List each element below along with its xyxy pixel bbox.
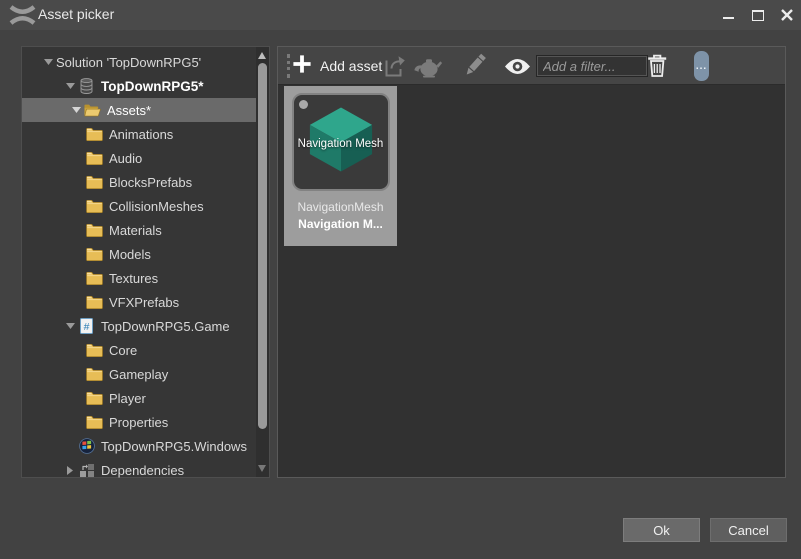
expand-arrow-icon[interactable] [62,323,78,329]
tree-item-vfxprefabs[interactable]: VFXPrefabs [22,290,256,314]
tree-item-gameplay[interactable]: Gameplay [22,362,256,386]
csharp-project-icon: # [78,318,95,334]
folder-icon [86,415,103,429]
tree-item-label: Player [109,391,152,406]
eye-icon[interactable] [504,58,531,75]
tree-item-materials[interactable]: Materials [22,218,256,242]
folder-open-icon [84,103,101,117]
edit-icon[interactable] [462,52,489,79]
expand-arrow-icon[interactable] [62,83,78,89]
folder-icon [86,295,103,309]
scrollbar-thumb[interactable] [258,63,267,429]
add-asset-button[interactable]: Add asset [292,47,382,85]
tree-item-assets[interactable]: Assets* [22,98,256,122]
toolbar-grip-icon[interactable] [287,54,290,78]
tree-item-label: TopDownRPG5.Game [101,319,236,334]
tree-item-label: TopDownRPG5* [101,79,210,94]
tree-item-label: Core [109,343,143,358]
tree-item-core[interactable]: Core [22,338,256,362]
tree-item-topdownrpg5-game[interactable]: # TopDownRPG5.Game [22,314,256,338]
asset-type-label: Navigation M... [284,217,397,231]
tree-item-properties[interactable]: Properties [22,410,256,434]
tree-item-player[interactable]: Player [22,386,256,410]
scroll-down-icon[interactable] [258,465,266,472]
delete-icon[interactable] [647,54,667,78]
tree-item-label: Animations [109,127,179,142]
ok-button[interactable]: Ok [623,518,700,542]
stride-logo-icon [9,5,36,30]
import-asset-icon[interactable] [384,55,408,78]
tree-item-blocksprefabs[interactable]: BlocksPrefabs [22,170,256,194]
solution-tree-panel: Solution 'TopDownRPG5' TopDownRPG5* Assets… [21,46,270,478]
tree-item-animations[interactable]: Animations [22,122,256,146]
folder-icon [86,223,103,237]
tree-item-dependencies[interactable]: Dependencies [22,458,256,482]
tree-item-label: TopDownRPG5.Windows [101,439,253,454]
thumbnail-caption: Navigation Mesh [288,138,394,150]
tree-item-label: Dependencies [101,463,190,478]
folder-icon [86,127,103,141]
tree-item-label: VFXPrefabs [109,295,185,310]
tree-item-audio[interactable]: Audio [22,146,256,170]
asset-thumbnail[interactable]: Navigation Mesh [292,93,390,191]
dependencies-icon [78,463,95,478]
folder-icon [86,391,103,405]
folder-icon [86,247,103,261]
tree-item-label: CollisionMeshes [109,199,210,214]
expand-arrow-icon[interactable] [68,107,84,113]
tree-item-solution-topdownrpg5[interactable]: Solution 'TopDownRPG5' [22,50,256,74]
tree-scrollbar[interactable] [256,47,269,477]
folder-icon [86,367,103,381]
folder-icon [86,343,103,357]
window-controls [722,0,793,30]
cancel-button[interactable]: Cancel [710,518,787,542]
folder-icon [86,151,103,165]
close-icon[interactable] [780,9,793,22]
asset-view-panel: Add asset [277,46,786,478]
expand-arrow-icon[interactable] [40,59,56,65]
tree-item-label: Properties [109,415,174,430]
asset-name: NavigationMesh [284,200,397,214]
asset-picker-dialog: Asset picker Solution 'TopDownRPG5' TopDo… [0,0,801,559]
project-database-icon [78,78,95,94]
maximize-icon[interactable] [751,9,764,22]
overflow-icon[interactable]: ... [694,51,709,81]
filter-input[interactable] [536,55,648,77]
folder-icon [86,175,103,189]
asset-grid: Navigation Mesh NavigationMesh Navigation … [278,85,785,477]
collapse-arrow-icon[interactable] [62,466,78,475]
folder-icon [86,271,103,285]
svg-text:#: # [84,321,90,333]
asset-toolbar: Add asset [278,47,785,85]
solution-tree: Solution 'TopDownRPG5' TopDownRPG5* Assets… [22,50,256,482]
tree-item-label: Gameplay [109,367,174,382]
tree-item-label: Materials [109,223,168,238]
tree-item-label: Solution 'TopDownRPG5' [56,55,207,70]
tree-item-label: Assets* [107,103,157,118]
windows-project-icon [78,438,95,454]
tree-item-collisionmeshes[interactable]: CollisionMeshes [22,194,256,218]
minimize-icon[interactable] [722,9,735,22]
tree-item-textures[interactable]: Textures [22,266,256,290]
asset-tile-navigationmesh[interactable]: Navigation Mesh NavigationMesh Navigation … [284,86,397,246]
tree-item-label: Textures [109,271,164,286]
dialog-title: Asset picker [38,6,114,22]
title-bar[interactable]: Asset picker [0,0,801,30]
add-icon [292,54,312,79]
folder-icon [86,199,103,213]
tree-item-label: BlocksPrefabs [109,175,198,190]
tree-item-label: Models [109,247,157,262]
scroll-up-icon[interactable] [258,52,266,59]
tree-item-topdownrpg5-windows[interactable]: TopDownRPG5.Windows [22,434,256,458]
tree-item-label: Audio [109,151,148,166]
add-asset-label: Add asset [320,58,382,74]
tree-item-topdownrpg5[interactable]: TopDownRPG5* [22,74,256,98]
teapot-icon[interactable] [412,55,443,78]
tree-item-models[interactable]: Models [22,242,256,266]
